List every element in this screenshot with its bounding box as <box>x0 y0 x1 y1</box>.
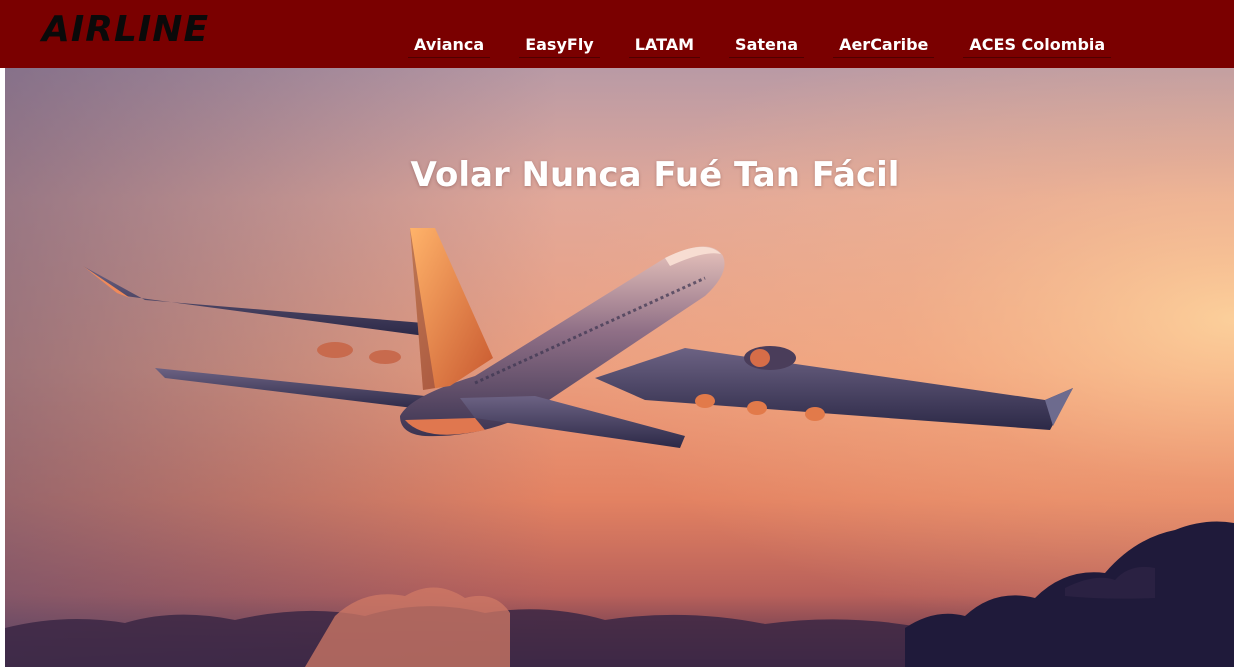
hero-banner: Volar Nunca Fué Tan Fácil <box>5 68 1234 667</box>
nav-link-satena[interactable]: Satena <box>729 34 805 58</box>
nav-link-latam[interactable]: LATAM <box>628 34 701 58</box>
nav-link-aces-colombia[interactable]: ACES Colombia <box>963 34 1112 58</box>
site-logo[interactable]: AIRLINE <box>42 8 209 52</box>
nav-link-aercaribe[interactable]: AerCaribe <box>833 34 935 58</box>
hero-title: Volar Nunca Fué Tan Fácil <box>410 154 900 195</box>
top-navbar: AIRLINE Avianca EasyFly LATAM Satena Aer… <box>0 0 1234 68</box>
nav-link-easyfly[interactable]: EasyFly <box>519 34 600 58</box>
nav-link-avianca[interactable]: Avianca <box>408 34 491 58</box>
airline-nav: Avianca EasyFly LATAM Satena AerCaribe A… <box>408 34 1140 58</box>
